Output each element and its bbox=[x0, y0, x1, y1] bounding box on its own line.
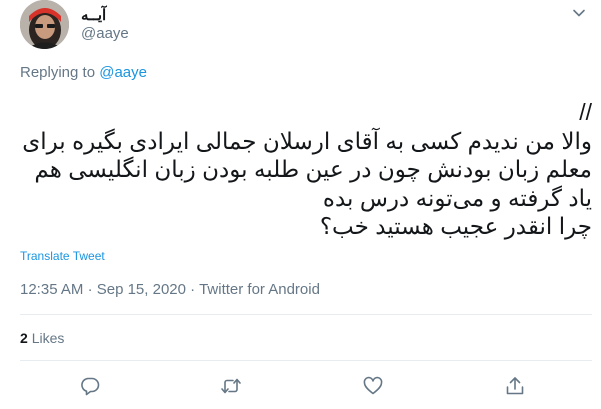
translate-tweet-link[interactable]: Translate Tweet bbox=[20, 249, 105, 263]
tweet-date[interactable]: Sep 15, 2020 bbox=[97, 281, 186, 298]
retweet-button[interactable] bbox=[220, 375, 242, 397]
share-button[interactable] bbox=[504, 375, 526, 397]
tweet-text: // والا من ندیدم کسی به آقای ارسلان جمال… bbox=[20, 98, 592, 241]
divider bbox=[20, 314, 592, 315]
likes-label: Likes bbox=[31, 330, 65, 346]
like-icon bbox=[363, 376, 383, 395]
tweet-source[interactable]: Twitter for Android bbox=[199, 281, 320, 298]
tweet-text-line: والا من ندیدم کسی به آقای ارسلان جمالی ا… bbox=[22, 127, 592, 154]
author-handle[interactable]: @aaye bbox=[81, 25, 129, 42]
meta-separator: · bbox=[87, 281, 93, 298]
tweet-metadata: 12:35 AM · Sep 15, 2020 · Twitter for An… bbox=[20, 281, 320, 298]
meta-separator: · bbox=[190, 281, 196, 298]
likes-count: 2 bbox=[20, 330, 28, 346]
tweet-text-line: یاد گرفته و می‌تونه درس بده bbox=[322, 184, 592, 211]
reply-icon bbox=[81, 377, 100, 396]
like-button[interactable] bbox=[362, 375, 384, 397]
divider bbox=[20, 360, 592, 361]
share-icon bbox=[506, 377, 524, 395]
reply-button[interactable] bbox=[79, 375, 101, 397]
replying-to-handle-link[interactable]: @aaye bbox=[99, 64, 147, 81]
replying-to-label: Replying to bbox=[20, 64, 96, 81]
avatar[interactable] bbox=[20, 0, 69, 49]
retweet-icon bbox=[221, 378, 241, 394]
replying-to: Replying to @aaye bbox=[20, 64, 147, 81]
likes-stat[interactable]: 2 Likes bbox=[20, 330, 64, 346]
tweet-detail: آیــه @aaye Replying to @aaye // والا من… bbox=[0, 0, 601, 409]
author-display-name[interactable]: آیــه bbox=[81, 6, 106, 24]
tweet-text-line: معلم زبان بودنش چون در عین طلبه بودن زبا… bbox=[34, 156, 592, 182]
chevron-down-icon[interactable] bbox=[570, 4, 588, 22]
tweet-text-line: // bbox=[579, 99, 592, 125]
tweet-time[interactable]: 12:35 AM bbox=[20, 281, 83, 298]
tweet-text-line: چرا انقدر عجیب هستید خب؟ bbox=[319, 213, 592, 239]
